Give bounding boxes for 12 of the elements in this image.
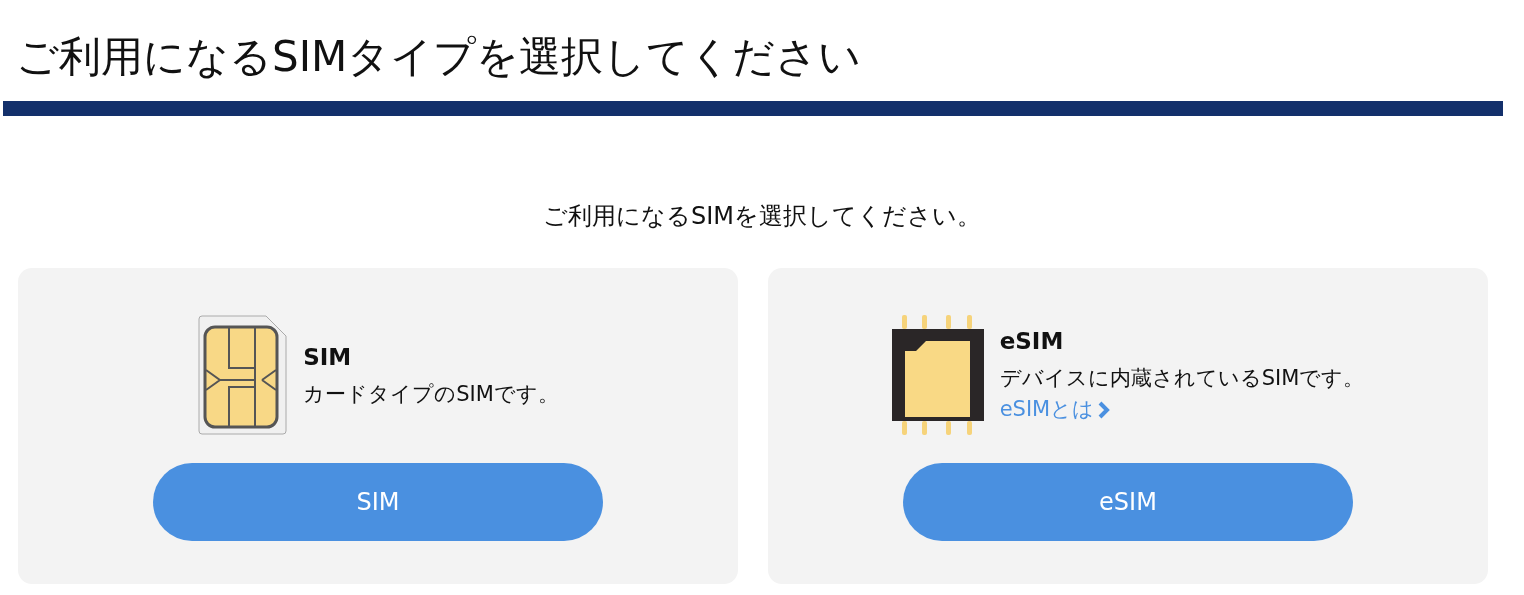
info-link[interactable]: eSIMとは <box>999 394 1111 426</box>
chevron-right-icon <box>1098 401 1111 420</box>
select-button[interactable]: SIM <box>153 462 603 541</box>
sim-card-icon <box>197 315 288 436</box>
card-title: SIM <box>303 343 353 373</box>
card-title: eSIM <box>999 327 1065 357</box>
select-button[interactable]: eSIM <box>903 462 1353 541</box>
page-title: ご利用になるSIMタイプを選択してください <box>15 31 863 83</box>
card-description: デバイスに内蔵されているSIMです。 <box>999 364 1365 392</box>
subtitle: ご利用になるSIMを選択してください。 <box>542 200 982 232</box>
card-description: カードタイプのSIMです。 <box>303 380 559 408</box>
chip-icon <box>891 315 984 436</box>
